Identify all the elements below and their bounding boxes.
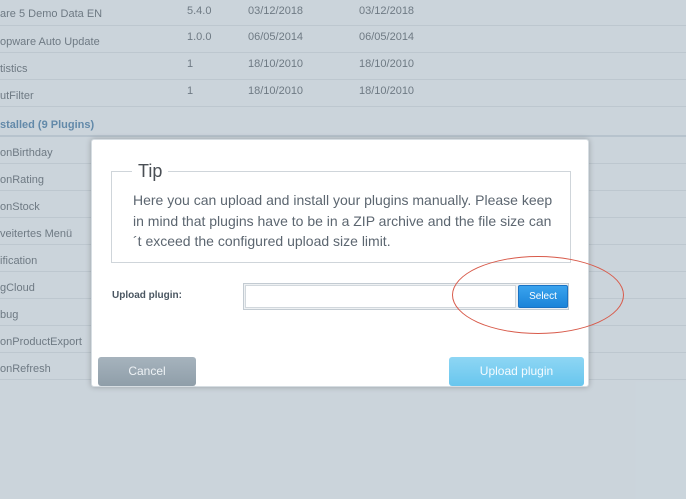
file-path-input[interactable] — [245, 285, 516, 308]
upload-plugin-button[interactable]: Upload plugin — [449, 357, 584, 386]
select-file-button[interactable]: Select — [518, 285, 568, 308]
tip-fieldset: Tip Here you can upload and install your… — [111, 161, 571, 263]
upload-plugin-label: Upload plugin: — [112, 290, 182, 301]
file-upload-field: Select — [243, 283, 569, 310]
tip-title: Tip — [132, 161, 169, 182]
upload-plugin-dialog: Tip Here you can upload and install your… — [91, 139, 589, 387]
cancel-button[interactable]: Cancel — [98, 357, 196, 386]
tip-text: Here you can upload and install your plu… — [133, 192, 553, 249]
